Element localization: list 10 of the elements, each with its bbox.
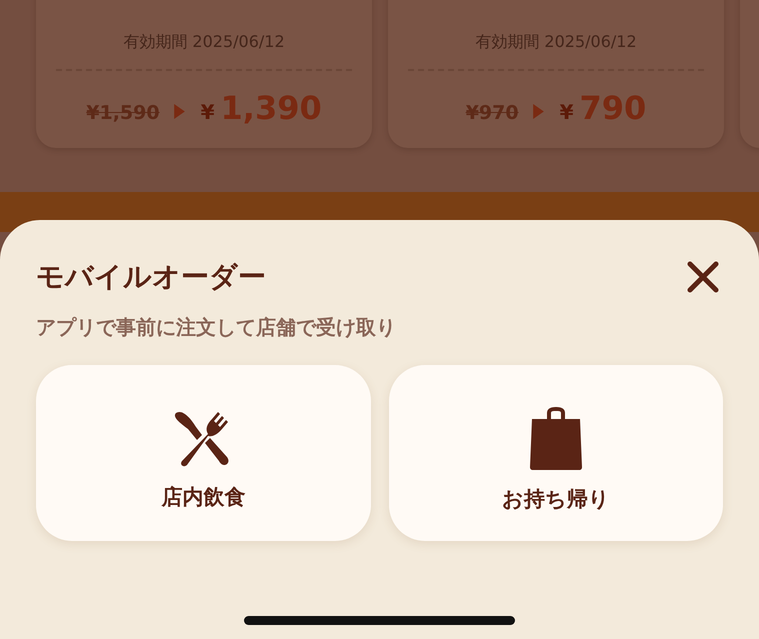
shopping-bag-icon [528,404,584,470]
order-option-button[interactable]: お持ち帰り [388,365,723,541]
order-option-button[interactable]: 店内飲食 [36,365,370,541]
close-icon[interactable] [687,261,719,293]
arrow-icon [532,104,544,119]
sheet-subtitle: アプリで事前に注文して店舗で受け取り [36,314,397,341]
currency-symbol: ¥ [560,100,574,124]
sheet-title: モバイルオーダー [36,259,266,295]
currency-symbol: ¥ [200,100,215,124]
arrow-icon [174,104,185,119]
